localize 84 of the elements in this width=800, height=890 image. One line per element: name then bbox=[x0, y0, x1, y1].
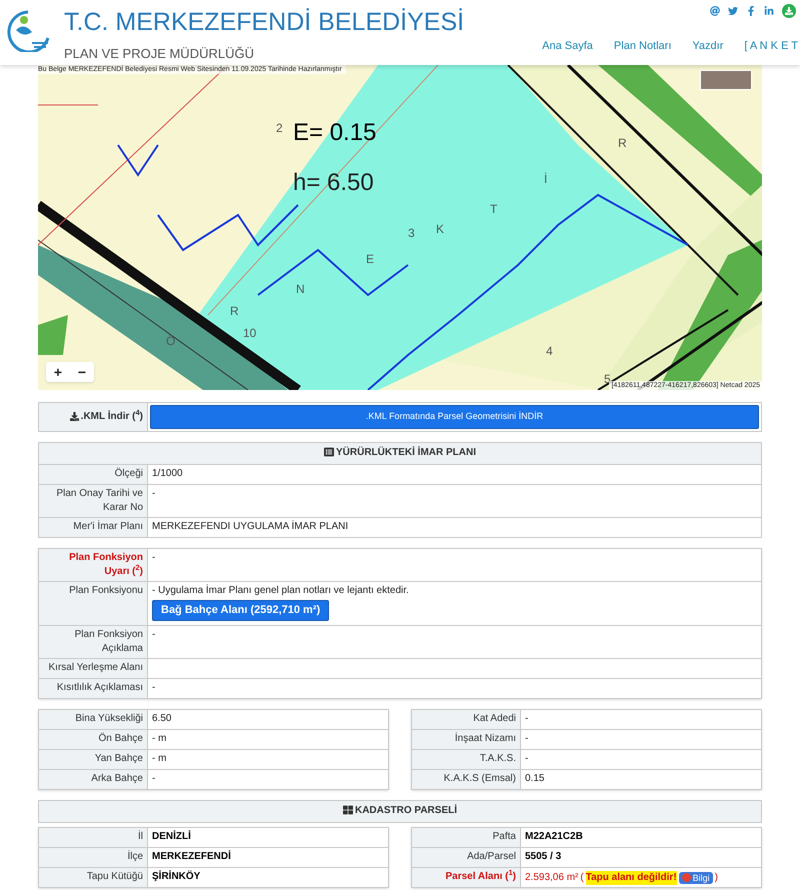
field-label: Pafta bbox=[412, 828, 520, 848]
download-icon bbox=[70, 412, 79, 420]
site-subtitle: PLAN VE PROJE MÜDÜRLÜĞÜ bbox=[64, 45, 255, 63]
paren: ) bbox=[714, 870, 718, 884]
download-icon[interactable] bbox=[782, 4, 796, 18]
field-value: - bbox=[520, 730, 762, 750]
area-value: 2.593,06 m² bbox=[525, 870, 578, 884]
field-value: 1/1000 bbox=[148, 464, 762, 484]
field-value: - m bbox=[148, 730, 388, 750]
field-label: Arka Bahçe bbox=[38, 770, 148, 790]
zoom-in-button[interactable]: + bbox=[46, 362, 70, 382]
field-label: Kırsal Yerleşme Alanı bbox=[38, 658, 148, 678]
field-label: Ada/Parsel bbox=[412, 848, 520, 868]
field-label: Plan Fonksiyonu bbox=[38, 582, 148, 626]
field-label: İlçe bbox=[38, 848, 148, 868]
field-value: - bbox=[148, 770, 388, 790]
photo-thumbnail[interactable] bbox=[700, 70, 752, 90]
section-title: YÜRÜRLÜKTEKİ İMAR PLANI bbox=[38, 442, 762, 464]
field-label: .KML İndir ($^{4}$) bbox=[38, 402, 148, 432]
map-label: R bbox=[230, 305, 239, 317]
field-label: Ölçeği bbox=[38, 464, 148, 484]
grid-icon bbox=[342, 805, 353, 816]
field-label: Kat Adedi bbox=[412, 710, 520, 730]
field-value: 5505 / 3 bbox=[520, 848, 762, 868]
nav-link[interactable]: [ A N K E T bbox=[744, 38, 798, 54]
field-value: ŞİRİNKÖY bbox=[148, 868, 388, 888]
info-icon bbox=[682, 873, 691, 882]
field-value: - bbox=[148, 548, 762, 582]
field-label: Tapu Kütüğü bbox=[38, 868, 148, 888]
nav-link[interactable]: Plan Notları bbox=[614, 38, 672, 54]
zoom-out-button[interactable]: − bbox=[70, 362, 94, 382]
field-label: İnşaat Nizamı bbox=[412, 730, 520, 750]
map-label: 5 bbox=[604, 373, 611, 385]
field-label: Parsel Alanı ($^{1}$) bbox=[412, 868, 520, 888]
list-icon bbox=[324, 447, 334, 458]
plan-function-button[interactable]: Bağ Bahçe Alanı (2592,710 m²) bbox=[152, 600, 330, 621]
field-value: - m bbox=[148, 750, 388, 770]
map-label: K bbox=[436, 223, 444, 235]
nav-link[interactable]: Yazdır bbox=[692, 38, 724, 54]
field-label: Plan Fonksiyon Açıklama bbox=[38, 626, 148, 658]
map-label: N bbox=[296, 283, 305, 295]
field-value: - bbox=[148, 484, 762, 518]
info-button[interactable]: Bilgi bbox=[678, 872, 713, 884]
map-label: R bbox=[618, 137, 627, 149]
field-label: Ön Bahçe bbox=[38, 730, 148, 750]
field-label: Yan Bahçe bbox=[38, 750, 148, 770]
map-label: h= 6.50 bbox=[293, 168, 374, 198]
field-label: Mer'i İmar Planı bbox=[38, 518, 148, 538]
field-label: İl bbox=[38, 828, 148, 848]
map-label: 10 bbox=[243, 327, 256, 339]
field-label: Bina Yüksekliği bbox=[38, 710, 148, 730]
map-label: 3 bbox=[408, 227, 415, 239]
twitter-icon[interactable] bbox=[728, 6, 738, 16]
map-label: T bbox=[490, 203, 498, 215]
kml-download-button[interactable]: .KML Formatında Parsel Geometrisini İNDİR bbox=[150, 405, 759, 429]
field-label: Plan Fonksiyon Uyarı ($^{2}$) bbox=[38, 548, 148, 582]
field-value: - bbox=[148, 678, 762, 698]
field-value: MERKEZEFENDİ bbox=[148, 848, 388, 868]
paren: ( bbox=[580, 870, 584, 884]
field-value: - Uygulama İmar Planı genel plan notları ve lejantı ektedir. bbox=[152, 584, 410, 598]
field-value: MERKEZEFENDI UYGULAMA İMAR PLANI bbox=[148, 518, 762, 538]
map-label: 4 bbox=[546, 345, 553, 357]
linkedin-icon[interactable] bbox=[764, 6, 774, 16]
field-value: M22A21C2B bbox=[520, 828, 762, 848]
field-value: DENİZLİ bbox=[148, 828, 388, 848]
section-title: KADASTRO PARSELİ bbox=[38, 800, 762, 822]
field-value: 0.15 bbox=[520, 770, 762, 790]
field-value: - bbox=[520, 710, 762, 730]
nav-link[interactable]: Ana Sayfa bbox=[542, 38, 593, 54]
field-value: - bbox=[148, 626, 762, 658]
field-label: T.A.K.S. bbox=[412, 750, 520, 770]
email-icon[interactable] bbox=[710, 6, 720, 16]
field-label: Plan Onay Tarihi ve Karar No bbox=[38, 484, 148, 518]
field-value: 6.50 bbox=[148, 710, 388, 730]
field-value: - bbox=[520, 750, 762, 770]
field-label: Kısıtlılık Açıklaması bbox=[38, 678, 148, 698]
map-label: İ bbox=[544, 173, 548, 185]
site-title: T.C. MERKEZEFENDİ BELEDİYESİ bbox=[64, 8, 464, 36]
field-label: K.A.K.S (Emsal) bbox=[412, 770, 520, 790]
map-label: E bbox=[366, 253, 374, 265]
map-label: E= 0.15 bbox=[293, 118, 376, 148]
facebook-icon[interactable] bbox=[746, 6, 756, 16]
map-label: Ö bbox=[166, 335, 176, 347]
map-label: 2 bbox=[276, 122, 283, 134]
